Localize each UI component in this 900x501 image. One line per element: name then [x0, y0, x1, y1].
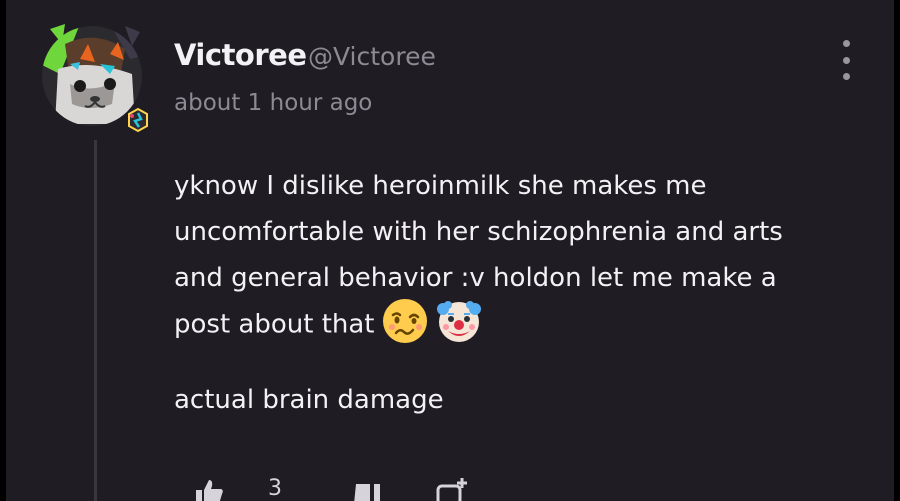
comment-line: and general behavior :v holdon let me ma…: [174, 263, 777, 293]
avatar[interactable]: [40, 24, 150, 134]
avatar-image: [42, 24, 150, 134]
thread-line: [94, 140, 97, 501]
kebab-dot: [842, 56, 850, 64]
username[interactable]: Victoree: [174, 38, 307, 72]
kebab-dot: [842, 73, 850, 80]
comment-icon: [354, 482, 380, 501]
comment-card: Victoree @Victoree about 1 hour ago ykno…: [6, 0, 894, 501]
comment-line-last: post about that: [174, 299, 874, 349]
woozy-face-icon: [381, 297, 429, 345]
clown-face-icon: [435, 297, 483, 345]
timestamp: about 1 hour ago: [174, 90, 373, 116]
action-bar: 3: [6, 470, 894, 501]
user-handle[interactable]: @Victoree: [308, 42, 436, 71]
kebab-dot: [842, 40, 850, 47]
thumbs-up-icon: [196, 480, 223, 501]
add-reaction-icon: [436, 478, 467, 501]
screen: Victoree @Victoree about 1 hour ago ykno…: [0, 0, 900, 501]
comment-button[interactable]: [352, 482, 382, 501]
comment-body: yknow I dislike heroinmilk she makes me …: [174, 163, 874, 423]
comment-line: uncomfortable with her schizophrenia and…: [174, 217, 783, 247]
comment-line-text: post about that: [174, 309, 375, 340]
comment-paragraph: yknow I dislike heroinmilk she makes me …: [174, 163, 874, 349]
add-reaction-button[interactable]: [436, 476, 472, 501]
more-options-button[interactable]: [834, 40, 858, 80]
comment-paragraph-2: actual brain damage: [174, 385, 444, 415]
like-count: 3: [268, 476, 282, 501]
like-button[interactable]: [194, 478, 224, 501]
comment-line: yknow I dislike heroinmilk she makes me: [174, 171, 707, 201]
